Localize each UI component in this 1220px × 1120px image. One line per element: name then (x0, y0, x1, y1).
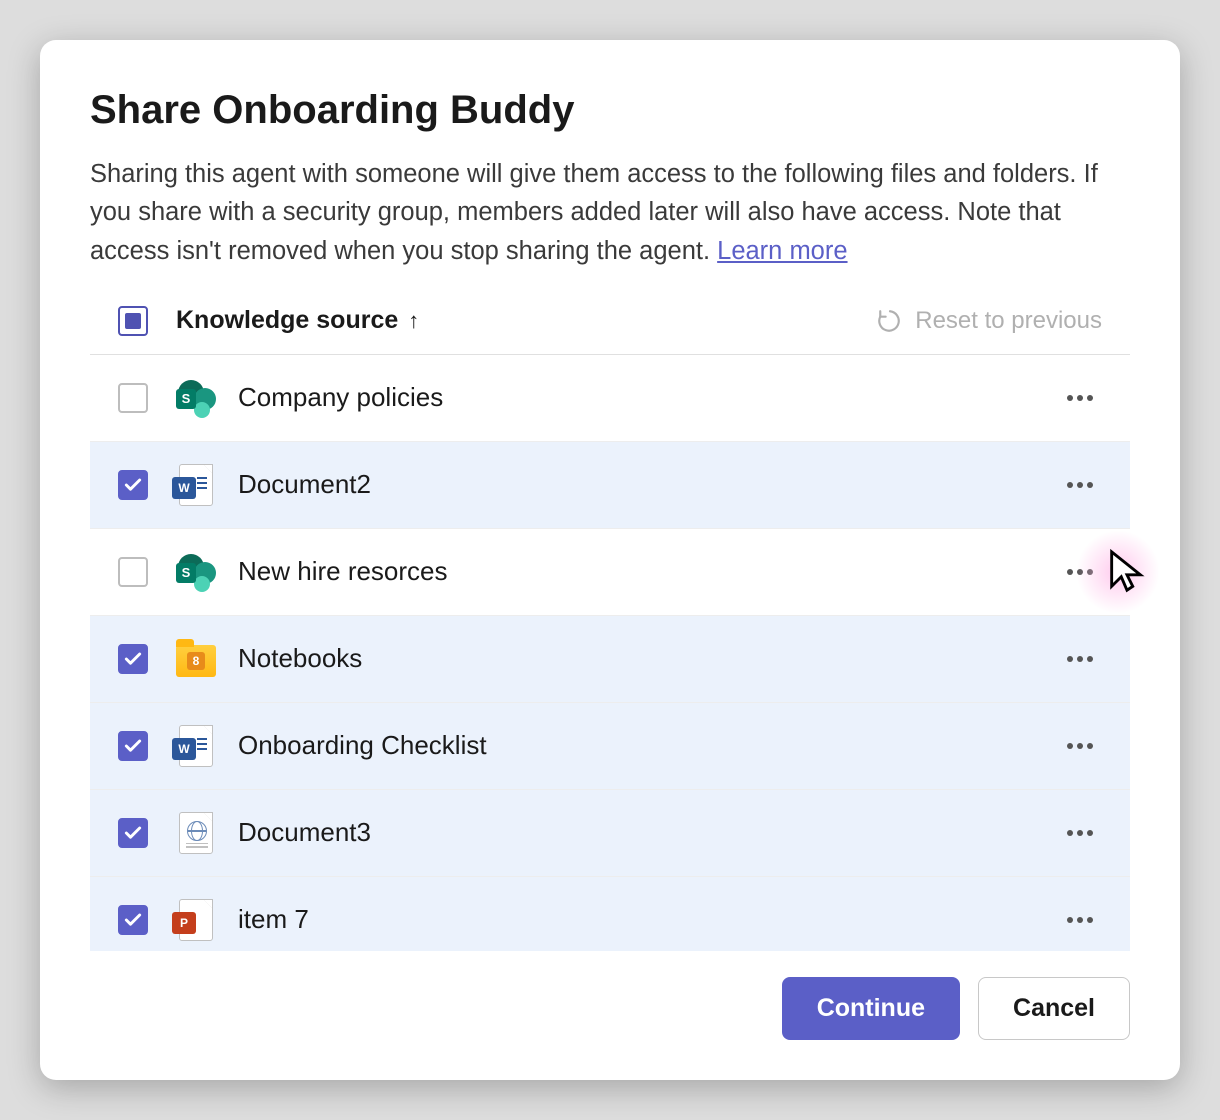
check-icon (123, 649, 143, 669)
more-horizontal-icon (1066, 394, 1094, 402)
list-item[interactable]: Document3 (90, 790, 1130, 877)
item-name: item 7 (238, 904, 309, 935)
check-icon (123, 736, 143, 756)
powerpoint-icon: P (179, 899, 213, 941)
knowledge-source-list: S Company policies W Document2 S New hire res… (90, 355, 1130, 951)
table-header: Knowledge source ↑ Reset to previous (90, 306, 1130, 355)
cancel-button[interactable]: Cancel (978, 977, 1130, 1040)
more-horizontal-icon (1066, 481, 1094, 489)
modal-title: Share Onboarding Buddy (90, 88, 1130, 133)
word-icon: W (179, 464, 213, 506)
subtitle-text: Sharing this agent with someone will giv… (90, 160, 1098, 265)
word-icon: W (179, 725, 213, 767)
check-icon (123, 823, 143, 843)
row-more-button[interactable] (1058, 642, 1102, 676)
row-checkbox[interactable] (118, 470, 148, 500)
row-more-button[interactable] (1058, 903, 1102, 937)
share-modal: Share Onboarding Buddy Sharing this agen… (40, 40, 1180, 1080)
row-checkbox[interactable] (118, 557, 148, 587)
more-horizontal-icon (1066, 742, 1094, 750)
check-icon (123, 910, 143, 930)
web-document-icon (179, 812, 213, 854)
list-item[interactable]: S Company policies (90, 355, 1130, 442)
row-checkbox[interactable] (118, 818, 148, 848)
row-more-button[interactable] (1058, 729, 1102, 763)
sharepoint-icon: S (176, 378, 216, 418)
row-more-button[interactable] (1058, 555, 1102, 589)
item-name: New hire resorces (238, 556, 448, 587)
row-checkbox[interactable] (118, 644, 148, 674)
learn-more-link[interactable]: Learn more (717, 237, 847, 265)
list-item[interactable]: 8 Notebooks (90, 616, 1130, 703)
list-item[interactable]: S New hire resorces (90, 529, 1130, 616)
item-name: Notebooks (238, 643, 362, 674)
row-more-button[interactable] (1058, 381, 1102, 415)
item-name: Document2 (238, 469, 371, 500)
modal-subtitle: Sharing this agent with someone will giv… (90, 155, 1130, 270)
list-item[interactable]: Pitem 7 (90, 877, 1130, 951)
select-all-checkbox[interactable] (118, 306, 148, 336)
more-horizontal-icon (1066, 916, 1094, 924)
undo-icon (877, 308, 903, 334)
reset-label: Reset to previous (915, 307, 1102, 335)
more-horizontal-icon (1066, 655, 1094, 663)
modal-footer: Continue Cancel (90, 951, 1130, 1040)
item-name: Company policies (238, 382, 443, 413)
item-name: Document3 (238, 817, 371, 848)
list-item[interactable]: W Document2 (90, 442, 1130, 529)
row-more-button[interactable] (1058, 468, 1102, 502)
continue-button[interactable]: Continue (782, 977, 960, 1040)
indeterminate-icon (125, 313, 141, 329)
list-item[interactable]: W Onboarding Checklist (90, 703, 1130, 790)
row-checkbox[interactable] (118, 731, 148, 761)
item-name: Onboarding Checklist (238, 730, 487, 761)
column-header-knowledge-source[interactable]: Knowledge source (176, 306, 398, 335)
row-more-button[interactable] (1058, 816, 1102, 850)
reset-to-previous-button[interactable]: Reset to previous (877, 307, 1102, 335)
row-checkbox[interactable] (118, 383, 148, 413)
check-icon (123, 475, 143, 495)
modal-backdrop: Share Onboarding Buddy Sharing this agen… (0, 0, 1220, 1120)
sharepoint-icon: S (176, 552, 216, 592)
more-horizontal-icon (1066, 568, 1094, 576)
folder-icon: 8 (176, 645, 216, 677)
row-checkbox[interactable] (118, 905, 148, 935)
sort-asc-icon: ↑ (408, 308, 419, 334)
more-horizontal-icon (1066, 829, 1094, 837)
